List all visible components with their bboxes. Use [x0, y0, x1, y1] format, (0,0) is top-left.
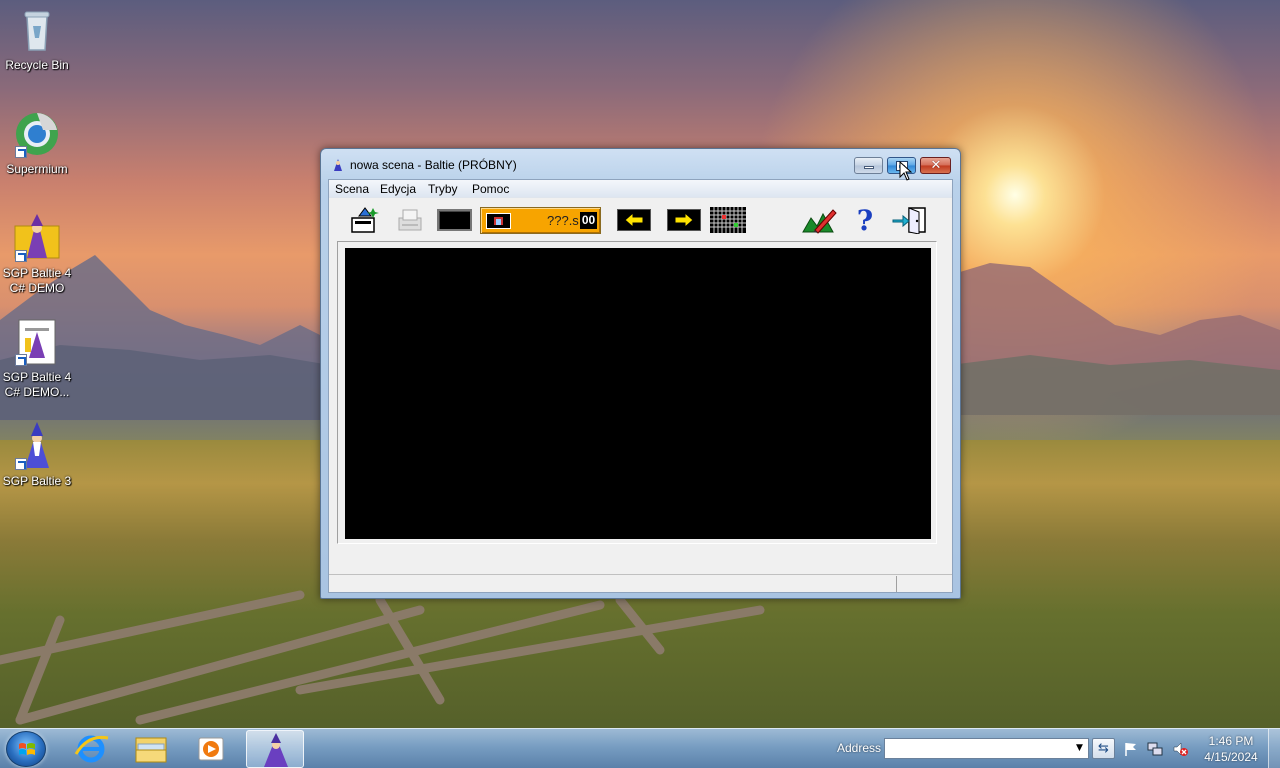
scene-number: 00 — [580, 212, 597, 229]
volume-muted-icon[interactable] — [1172, 741, 1188, 757]
address-input[interactable] — [884, 738, 1089, 759]
close-button[interactable]: ✕ — [920, 157, 951, 174]
status-bar-main-panel — [329, 576, 897, 592]
minimize-button[interactable] — [854, 157, 883, 174]
baltie-document-icon — [13, 318, 61, 366]
shortcut-arrow-icon — [15, 250, 27, 262]
grid-icon — [710, 207, 746, 233]
arrow-left-icon — [624, 211, 644, 229]
status-bar — [329, 574, 952, 593]
action-center-flag-icon[interactable] — [1123, 741, 1139, 757]
desktop-icon-sgp-baltie-4-demo-doc[interactable]: SGP Baltie 4 C# DEMO... — [0, 318, 74, 400]
baltie-wizard-icon — [264, 733, 288, 767]
close-icon: ✕ — [930, 158, 942, 173]
new-scene-icon — [351, 207, 379, 233]
shortcut-arrow-icon — [15, 146, 27, 158]
taskbar: Address ▼ ⇆ 1:46 PM 4/15/2024 — [0, 728, 1280, 768]
taskbar-baltie[interactable] — [246, 730, 304, 768]
shortcut-arrow-icon — [15, 354, 27, 366]
supermium-icon — [13, 110, 61, 158]
recycle-bin-icon — [13, 6, 61, 54]
print-icon — [398, 209, 422, 231]
menu-scena[interactable]: Scena — [329, 181, 375, 197]
exit-door-icon — [892, 207, 926, 235]
next-scene-button[interactable] — [667, 209, 701, 231]
scene-filename: ???.s — [547, 213, 579, 228]
scene-frame — [337, 241, 937, 544]
grid-button[interactable] — [710, 207, 746, 233]
desktop-icon-label: SGP Baltie 4 C# DEMO — [2, 266, 72, 295]
edit-mode-button[interactable] — [801, 206, 838, 234]
desktop-icon-supermium[interactable]: Supermium — [0, 110, 74, 177]
new-scene-button[interactable] — [349, 206, 381, 234]
windows-logo-icon — [19, 743, 35, 755]
baltie-wizard-icon — [331, 158, 345, 172]
menu-bar: Scena Edycja Tryby Pomoc — [329, 180, 952, 198]
menu-pomoc[interactable]: Pomoc — [466, 181, 515, 197]
menu-edycja[interactable]: Edycja — [374, 181, 422, 197]
network-icon[interactable] — [1147, 741, 1163, 757]
wallpaper-mountains-right — [950, 263, 1280, 415]
baltie-wizard-icon — [13, 422, 61, 470]
help-button[interactable]: ? — [851, 204, 879, 237]
window-title: nowa scena - Baltie (PRÓBNY) — [350, 158, 517, 172]
refresh-arrows-icon: ⇆ — [1098, 741, 1109, 756]
minimize-icon — [864, 166, 874, 169]
desktop-icon-label: Recycle Bin — [5, 58, 69, 72]
taskbar-internet-explorer[interactable] — [62, 730, 120, 768]
internet-explorer-icon — [74, 735, 109, 763]
shortcut-arrow-icon — [15, 458, 27, 470]
chevron-down-icon[interactable]: ▼ — [1076, 740, 1087, 757]
clock-date: 4/15/2024 — [1204, 750, 1258, 764]
edit-pencil-icon — [802, 209, 837, 234]
exit-button[interactable] — [891, 206, 929, 235]
taskbar-file-explorer[interactable] — [122, 730, 180, 768]
folder-icon — [135, 737, 167, 763]
baltie-folder-wizard-icon — [13, 214, 61, 262]
previous-scene-button[interactable] — [617, 209, 651, 231]
media-player-icon — [198, 737, 224, 761]
clock[interactable]: 1:46 PM 4/15/2024 — [1196, 733, 1266, 765]
mouse-cursor-icon — [899, 161, 913, 181]
window-client-area: Scena Edycja Tryby Pomoc ???.s 00 ? — [328, 179, 953, 593]
desktop-icon-sgp-baltie-3[interactable]: SGP Baltie 3 — [0, 422, 74, 489]
window-titlebar[interactable]: nowa scena - Baltie (PRÓBNY) ✕ — [321, 149, 960, 179]
svg-text:?: ? — [857, 206, 873, 234]
print-button[interactable] — [393, 206, 425, 234]
taskbar-media-player[interactable] — [182, 730, 240, 768]
desktop-icon-label: Supermium — [6, 162, 68, 176]
address-label: Address — [837, 741, 882, 755]
desktop-icon-recycle-bin[interactable]: Recycle Bin — [0, 6, 74, 73]
scene-file-indicator[interactable]: ???.s 00 — [480, 207, 601, 234]
scene-thumbnail — [486, 213, 511, 229]
question-mark-icon: ? — [857, 204, 873, 237]
color-swatch-button[interactable] — [437, 209, 472, 231]
show-desktop-button[interactable] — [1268, 729, 1280, 768]
desktop-icon-sgp-baltie-4-demo[interactable]: SGP Baltie 4 C# DEMO — [0, 214, 74, 296]
menu-tryby[interactable]: Tryby — [422, 181, 464, 197]
address-go-button[interactable]: ⇆ — [1092, 738, 1115, 759]
scene-canvas[interactable] — [345, 248, 931, 539]
clock-time: 1:46 PM — [1208, 734, 1254, 748]
start-button[interactable] — [6, 731, 46, 767]
baltie-window[interactable]: nowa scena - Baltie (PRÓBNY) ✕ Scena Edy… — [320, 148, 961, 599]
desktop-icon-label: SGP Baltie 3 — [2, 474, 72, 488]
status-bar-extra-panel — [898, 576, 952, 592]
desktop-icon-label: SGP Baltie 4 C# DEMO... — [2, 370, 72, 399]
arrow-right-icon — [674, 211, 694, 229]
